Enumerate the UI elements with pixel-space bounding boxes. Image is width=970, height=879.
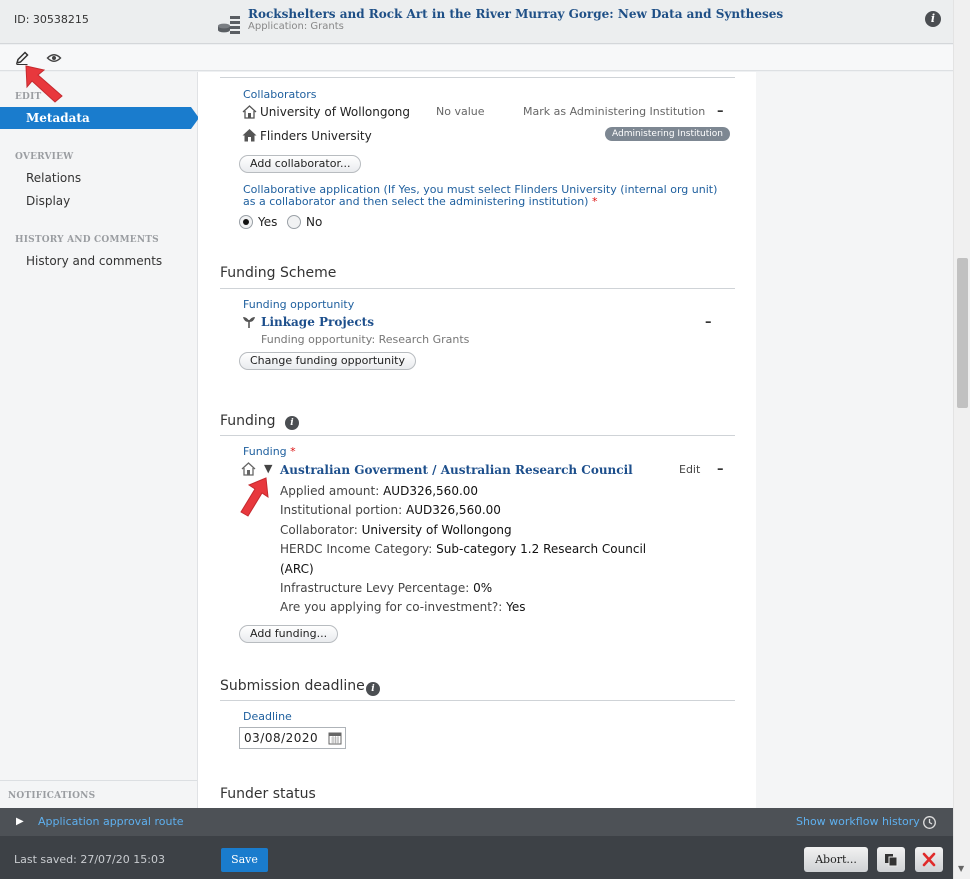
deadline-input[interactable]: 03/08/2020 — [239, 727, 346, 749]
annotation-arrow-icon — [240, 477, 269, 517]
institution-icon — [241, 462, 256, 476]
collaborator-value: No value — [436, 105, 485, 118]
scroll-down-icon[interactable]: ▼ — [958, 864, 964, 873]
funding-opportunity-detail: Funding opportunity: Research Grants — [261, 333, 470, 346]
delete-button[interactable] — [915, 847, 943, 872]
change-funding-opportunity-button[interactable]: Change funding opportunity — [239, 352, 416, 370]
sidebar-heading-overview: OVERVIEW — [15, 152, 74, 162]
last-saved-text: Last saved: 27/07/20 15:03 — [14, 853, 165, 866]
footer-bar: Last saved: 27/07/20 15:03 Save Abort... — [0, 836, 953, 879]
workflow-history-link[interactable]: Show workflow history — [796, 815, 920, 828]
levy-percentage-row: Infrastructure Levy Percentage: 0% — [280, 581, 493, 596]
scrollbar-thumb[interactable] — [957, 258, 968, 408]
expand-triangle-icon[interactable]: ▼ — [264, 462, 272, 475]
institution-icon — [242, 105, 257, 119]
sidebar: EDIT Metadata OVERVIEW Relations Display… — [0, 72, 199, 808]
required-mark: * — [591, 195, 598, 208]
section-divider — [220, 700, 735, 701]
save-button[interactable]: Save — [221, 848, 268, 872]
stack-icon — [218, 16, 240, 34]
abort-button[interactable]: Abort... — [804, 847, 868, 872]
approval-route-link[interactable]: Application approval route — [38, 815, 184, 828]
institutional-portion-row: Institutional portion: AUD326,560.00 — [280, 503, 501, 518]
mark-administering-link[interactable]: Mark as Administering Institution — [523, 105, 705, 118]
sidebar-item-label: Metadata — [26, 111, 90, 125]
remove-collaborator-button[interactable]: – — [717, 104, 724, 119]
section-divider — [220, 435, 735, 436]
radio-yes-label[interactable]: Yes — [258, 215, 277, 229]
add-collaborator-button[interactable]: Add collaborator... — [239, 155, 362, 173]
funding-opportunity-link[interactable]: Linkage Projects — [261, 315, 374, 329]
funding-info-icon[interactable]: i — [285, 416, 299, 430]
institution-icon — [242, 129, 257, 142]
expand-route-icon[interactable]: ▶ — [16, 816, 24, 827]
section-divider — [220, 288, 735, 289]
herdc-category-row: HERDC Income Category: Sub-category 1.2 … — [280, 542, 647, 557]
mode-toolbar — [0, 45, 953, 71]
collaborator-name: Flinders University — [260, 129, 372, 143]
funding-label-row: Funding * — [243, 445, 296, 458]
collaborator-row: Collaborator: University of Wollongong — [280, 522, 512, 537]
calendar-icon[interactable] — [328, 731, 342, 745]
required-mark: * — [290, 445, 296, 458]
funding-title: Funding — [220, 413, 276, 429]
history-icon[interactable] — [922, 815, 937, 830]
record-subtitle: Application: Grants — [248, 21, 344, 32]
administering-institution-badge: Administering Institution — [605, 127, 730, 141]
funding-details: Applied amount: AUD326,560.00 Institutio… — [280, 482, 660, 618]
radio-no-label[interactable]: No — [306, 215, 322, 229]
sidebar-item-history[interactable]: History and comments — [26, 254, 162, 268]
sidebar-item-relations[interactable]: Relations — [26, 171, 81, 185]
funding-scheme-title: Funding Scheme — [220, 265, 337, 281]
record-title-block: Rockshelters and Rock Art in the River M… — [216, 8, 783, 36]
add-funding-button[interactable]: Add funding... — [239, 625, 339, 643]
record-id: ID: 30538215 — [14, 13, 89, 26]
section-divider — [220, 77, 735, 78]
funding-label: Funding — [243, 445, 287, 458]
collaborator-name: University of Wollongong — [260, 105, 411, 119]
remove-funding-opportunity-button[interactable]: – — [705, 315, 712, 330]
sidebar-item-display[interactable]: Display — [26, 194, 70, 208]
radio-yes[interactable] — [239, 215, 253, 229]
workflow-bar: ▶ Application approval route Show workfl… — [0, 808, 953, 836]
copy-icon — [885, 854, 898, 867]
applied-amount-row: Applied amount: AUD326,560.00 — [280, 484, 479, 498]
radio-no[interactable] — [287, 215, 301, 229]
record-title[interactable]: Rockshelters and Rock Art in the River M… — [248, 8, 783, 21]
notifications-panel: NOTIFICATIONS — [0, 780, 197, 808]
metadata-form: Collaborators University of Wollongong N… — [198, 72, 756, 808]
collaborative-question-text: Collaborative application (If Yes, you m… — [243, 183, 718, 208]
sprout-icon — [243, 317, 255, 328]
funder-status-title: Funder status — [220, 786, 316, 802]
collaborators-label: Collaborators — [243, 88, 317, 101]
close-icon — [922, 852, 936, 867]
info-icon[interactable]: i — [925, 11, 941, 27]
sidebar-item-metadata[interactable]: Metadata — [0, 107, 199, 129]
remove-funding-button[interactable]: – — [717, 462, 724, 477]
collaborative-question: Collaborative application (If Yes, you m… — [243, 184, 733, 208]
duplicate-button[interactable] — [877, 847, 905, 872]
deadline-label: Deadline — [243, 710, 292, 723]
funding-opportunity-label: Funding opportunity — [243, 298, 355, 311]
funding-source-link[interactable]: Australian Goverment / Australian Resear… — [280, 463, 633, 477]
sidebar-heading-history: HISTORY AND COMMENTS — [15, 235, 159, 245]
right-gutter — [756, 72, 953, 808]
sidebar-heading-notifications[interactable]: NOTIFICATIONS — [8, 791, 95, 801]
deadline-value: 03/08/2020 — [244, 731, 319, 745]
herdc-category-row-cont: (ARC) — [280, 561, 314, 576]
page-scrollbar[interactable]: ▼ — [953, 0, 970, 879]
deadline-info-icon[interactable]: i — [366, 682, 380, 696]
submission-deadline-title: Submission deadline — [220, 678, 365, 694]
annotation-arrow-icon — [25, 65, 63, 103]
edit-funding-link[interactable]: Edit — [679, 463, 700, 476]
co-investment-row: Are you applying for co-investment?: Yes — [280, 600, 526, 615]
record-header: ID: 30538215 Rockshelters and Rock Art i… — [0, 0, 953, 44]
